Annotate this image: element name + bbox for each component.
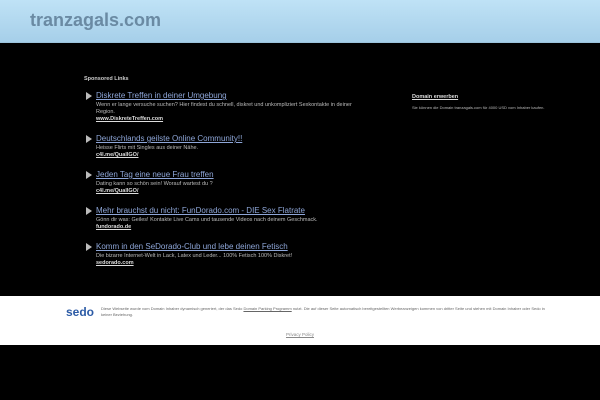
sponsored-links: Sponsored Links Diskrete Treffen in dein… [84,76,354,278]
ad-title-link[interactable]: Jeden Tag eine neue Frau treffen [96,170,354,179]
buy-domain-text: Sie können die Domain tranzagals.com für… [412,105,545,110]
ad-url-link[interactable]: c4l.me/QualIGO/ [96,188,354,195]
buy-domain-link[interactable]: Domain erwerben [412,94,582,100]
ad-description: Dating kann so schön sein! Worauf wartes… [96,181,213,187]
ad-item: Mehr brauchst du nicht: FunDorado.com - … [84,206,354,231]
ad-description: Wenn er lange versuche suchen? Hier find… [96,102,352,115]
ad-item: Deutschlands geilste Online Community!! … [84,134,354,159]
ad-url-link[interactable]: www.DiskreteTreffen.com [96,116,354,123]
ad-item: Diskrete Treffen in deiner Umgebung Wenn… [84,91,354,123]
privacy-policy-link[interactable]: Privacy Policy [0,332,600,337]
sedo-logo[interactable]: sedo [66,305,94,319]
ad-title-link[interactable]: Deutschlands geilste Online Community!! [96,134,354,143]
parking-program-link[interactable]: Domain Parking Programm [243,306,291,311]
ad-url-link[interactable]: c4l.me/QualIGO/ [96,152,354,159]
ad-description: Gönn dir was: Geiles! Kontakte Live Cams… [96,217,318,223]
ad-description: Heisse Flirts mit Singles aus deiner Näh… [96,145,199,151]
disclaimer: Diese Webseite wurde vom Domain Inhaber … [101,306,551,318]
sponsored-label: Sponsored Links [84,76,129,82]
arrow-icon [86,92,92,100]
ad-item: Komm in den SeDorado-Club und lebe deine… [84,242,354,267]
ad-title-link[interactable]: Diskrete Treffen in deiner Umgebung [96,91,354,100]
ad-item: Jeden Tag eine neue Frau treffen Dating … [84,170,354,195]
ad-title-link[interactable]: Mehr brauchst du nicht: FunDorado.com - … [96,206,354,215]
ad-description: Die bizarre Internet-Welt in Lack, Latex… [96,253,293,259]
footer: sedo Diese Webseite wurde vom Domain Inh… [0,296,600,345]
ad-url-link[interactable]: sedorado.com [96,260,354,267]
arrow-icon [86,207,92,215]
domain-purchase: Domain erwerben Sie können die Domain tr… [412,94,582,110]
ad-title-link[interactable]: Komm in den SeDorado-Club und lebe deine… [96,242,354,251]
ad-url-link[interactable]: fundorado.de [96,224,354,231]
domain-title: tranzagals.com [30,10,162,30]
header: tranzagals.com [0,0,600,43]
arrow-icon [86,171,92,179]
arrow-icon [86,243,92,251]
disclaimer-text: Diese Webseite wurde vom Domain Inhaber … [101,306,244,311]
arrow-icon [86,135,92,143]
